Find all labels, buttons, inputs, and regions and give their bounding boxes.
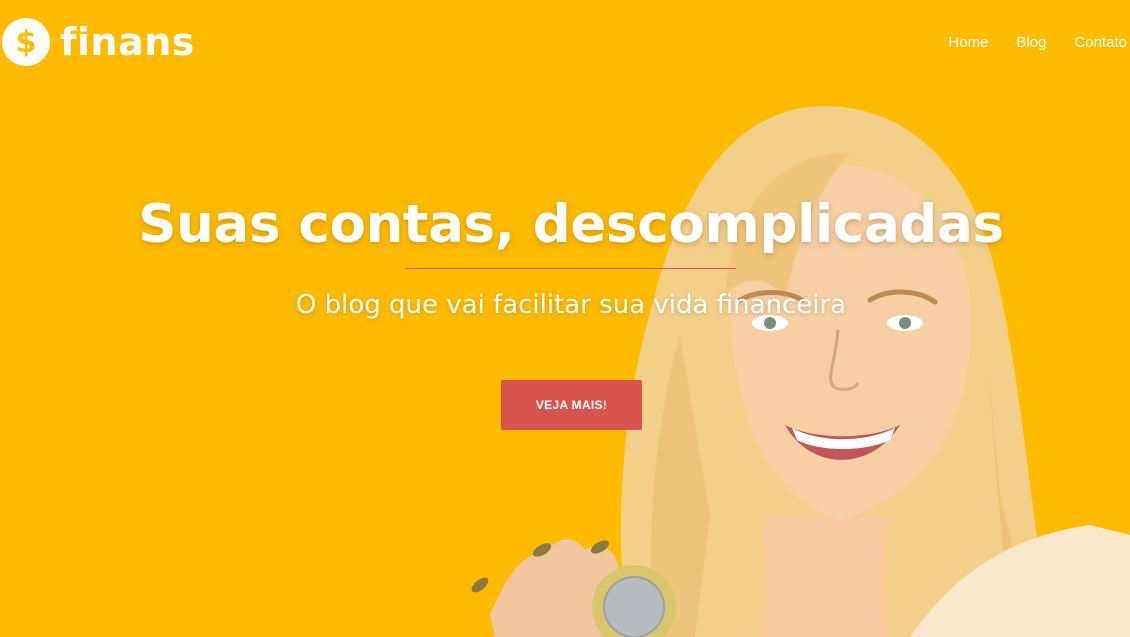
main-nav: Home Blog Contato: [920, 34, 1130, 52]
logo[interactable]: $ finans: [2, 18, 195, 66]
hero-photo: [471, 106, 1130, 637]
hero-title: Suas contas, descomplicadas: [138, 194, 1004, 255]
nav-item-blog[interactable]: Blog: [1016, 34, 1046, 52]
hero-divider: [406, 268, 736, 269]
nav-item-home[interactable]: Home: [948, 34, 988, 52]
logo-text: finans: [60, 20, 195, 64]
nav-item-contato[interactable]: Contato: [1074, 34, 1127, 52]
hero-subtitle: O blog que vai facilitar sua vida financ…: [295, 290, 847, 320]
dollar-sign-icon: $: [2, 18, 50, 66]
veja-mais-button[interactable]: VEJA MAIS!: [501, 380, 642, 430]
